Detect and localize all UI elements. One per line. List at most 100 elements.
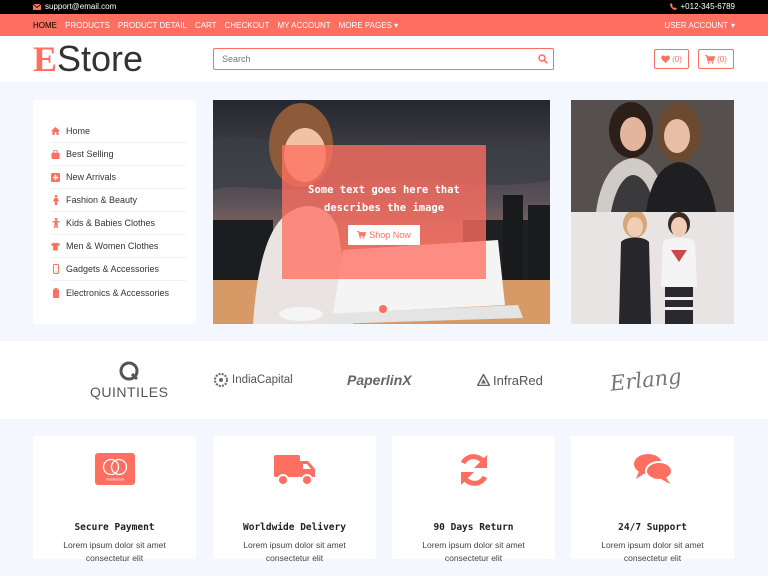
sidebar-item-label: Fashion & Beauty (66, 195, 138, 205)
nav-products[interactable]: PRODUCTS (65, 19, 110, 32)
search-icon[interactable] (538, 54, 548, 64)
top-bar: support@email.com +012-345-6789 (0, 0, 768, 14)
brand-paperlinx[interactable]: PaperlinX (347, 341, 412, 419)
feature-description: Lorem ipsum dolor sit amet consectetur e… (63, 540, 166, 563)
shop-now-label: Shop Now (369, 230, 411, 240)
nav-home[interactable]: HOME (33, 19, 57, 32)
sync-icon (392, 453, 555, 487)
sidebar-item-electronics[interactable]: Electronics & Accessories (51, 281, 186, 304)
main-nav: HOME PRODUCTS PRODUCT DETAIL CART CHECKO… (0, 14, 768, 36)
brand-quintiles[interactable]: QUINTILES (90, 341, 168, 419)
phone-icon (669, 3, 677, 10)
sidebar-item-home[interactable]: Home (51, 120, 186, 143)
feature-title: 24/7 Support (618, 522, 687, 533)
slider-dot[interactable] (379, 305, 387, 313)
sidebar-item-label: Gadgets & Accessories (66, 264, 160, 274)
sidebar-item-men-women[interactable]: Men & Women Clothes (51, 235, 186, 258)
email-text: support@email.com (45, 2, 117, 11)
nav-my-account[interactable]: MY ACCOUNT (277, 19, 330, 32)
women-fashion-photo (571, 100, 734, 212)
sidebar-item-fashion-beauty[interactable]: Fashion & Beauty (51, 189, 186, 212)
battery-icon (51, 287, 60, 298)
sidebar-item-label: Electronics & Accessories (66, 287, 170, 298)
sidebar-item-label: Home (66, 126, 91, 136)
feature-description: Lorem ipsum dolor sit amet consectetur e… (601, 540, 704, 563)
feature-title: 90 Days Return (433, 522, 514, 533)
sidebar-item-label: New Arrivals (66, 172, 117, 182)
cart-icon (357, 231, 367, 239)
sidebar-item-kids-babies[interactable]: Kids & Babies Clothes (51, 212, 186, 235)
caret-down-icon: ▾ (730, 20, 735, 30)
kids-fashion-photo (571, 212, 734, 324)
promo-image-kids[interactable] (571, 212, 734, 324)
cart-button[interactable]: (0) (698, 49, 734, 69)
feature-title: Secure Payment (74, 522, 155, 533)
envelope-icon (33, 3, 41, 10)
heart-icon (661, 55, 670, 63)
mobile-icon (51, 264, 60, 274)
caret-down-icon: ▾ (394, 20, 399, 30)
indiacapital-logo-icon (214, 373, 228, 387)
hero-caption: Some text goes here that describes the i… (308, 184, 460, 214)
contact-phone[interactable]: +012-345-6789 (669, 2, 736, 11)
user-account-dropdown[interactable]: USER ACCOUNT ▾ (664, 14, 735, 36)
feature-title: Worldwide Delivery (243, 522, 346, 533)
promo-image-women[interactable] (571, 100, 734, 212)
phone-text: +012-345-6789 (680, 2, 736, 11)
shop-now-button[interactable]: Shop Now (348, 225, 420, 245)
comments-icon (571, 453, 734, 485)
nav-cart[interactable]: CART (195, 19, 217, 32)
hero-caption-box: Some text goes here that describes the i… (282, 145, 486, 279)
sidebar-item-label: Men & Women Clothes (66, 241, 159, 251)
search-box (213, 48, 554, 70)
nav-checkout[interactable]: CHECKOUT (225, 19, 270, 32)
credit-card-icon: mastercard (33, 453, 196, 485)
feature-card-worldwide-delivery: Worldwide Delivery Lorem ipsum dolor sit… (213, 436, 376, 563)
feature-description: Lorem ipsum dolor sit amet consectetur e… (422, 540, 525, 563)
sidebar-item-gadgets[interactable]: Gadgets & Accessories (51, 258, 186, 281)
brand-label: PaperlinX (347, 372, 412, 388)
infrared-logo-icon (477, 374, 490, 386)
wishlist-count: (0) (672, 54, 682, 64)
tshirt-icon (51, 241, 60, 251)
mastercard-wordmark: mastercard (106, 478, 124, 482)
contact-email[interactable]: support@email.com (33, 2, 116, 11)
sidebar-item-label: Best Selling (66, 149, 114, 159)
nav-more-pages[interactable]: MORE PAGES ▾ (339, 19, 398, 32)
brand-label: IndiaCapital (232, 374, 293, 386)
sidebar-item-new-arrivals[interactable]: New Arrivals (51, 166, 186, 189)
sidebar-item-label: Kids & Babies Clothes (66, 218, 156, 228)
nav-product-detail[interactable]: PRODUCT DETAIL (118, 19, 187, 32)
nav-more-pages-label: MORE PAGES (338, 20, 392, 30)
category-sidebar: Home Best Selling New Arrivals Fashion &… (33, 100, 196, 324)
shopping-bag-icon (51, 149, 60, 159)
brand-erlang[interactable]: Erlang (608, 341, 683, 419)
quintiles-logo-icon (119, 361, 139, 381)
brand-label: QUINTILES (90, 384, 169, 400)
site-header: EStore (0) (0) (0, 36, 768, 82)
feature-description: Lorem ipsum dolor sit amet consectetur e… (243, 540, 346, 563)
brand-indiacapital[interactable]: IndiaCapital (214, 341, 293, 419)
home-icon (51, 127, 60, 135)
feature-card-secure-payment: mastercard Secure Payment Lorem ipsum do… (33, 436, 196, 563)
wishlist-button[interactable]: (0) (654, 49, 689, 69)
sidebar-item-best-selling[interactable]: Best Selling (51, 143, 186, 166)
logo-initial: E (33, 39, 58, 79)
brand-carousel: QUINTILES IndiaCapital PaperlinX InfraRe… (0, 341, 768, 419)
hero-slider[interactable]: Some text goes here that describes the i… (213, 100, 550, 324)
brand-label: Erlang (608, 364, 683, 396)
feature-card-90-days-return: 90 Days Return Lorem ipsum dolor sit ame… (392, 436, 555, 563)
cart-icon (705, 54, 716, 64)
truck-icon (213, 453, 376, 487)
features-section: mastercard Secure Payment Lorem ipsum do… (0, 419, 768, 576)
logo-rest: Store (57, 38, 144, 79)
user-account-label: USER ACCOUNT (664, 20, 728, 30)
cart-count: (0) (717, 54, 727, 64)
female-icon (51, 195, 60, 205)
brand-infrared[interactable]: InfraRed (477, 341, 543, 419)
brand-label: InfraRed (493, 372, 543, 388)
search-input[interactable] (214, 49, 514, 69)
feature-card-support: 24/7 Support Lorem ipsum dolor sit amet … (571, 436, 734, 563)
estore-logo[interactable]: EStore (33, 38, 144, 79)
plus-square-icon (51, 172, 60, 182)
